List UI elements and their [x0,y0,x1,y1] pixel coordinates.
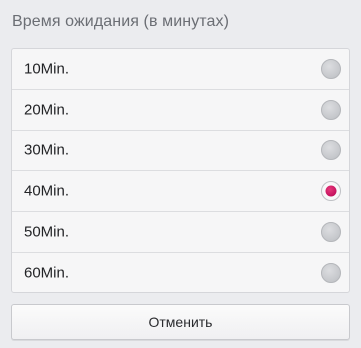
option-label: 40Min. [24,182,70,200]
radio-button[interactable] [321,181,341,202]
option-label: 50Min. [24,223,70,241]
option-row-40[interactable]: 40Min. [12,171,349,213]
cancel-button[interactable]: Отменить [11,304,350,340]
radio-button[interactable] [321,140,341,161]
options-list: 10Min. 20Min. 30Min. 40Min. 50Min. 60Min… [11,48,350,293]
timeout-dialog: Время ожидания (в минутах) 10Min. 20Min.… [0,0,361,348]
option-label: 30Min. [24,141,70,159]
radio-button[interactable] [321,263,341,284]
option-label: 10Min. [24,60,70,78]
option-row-60[interactable]: 60Min. [12,253,349,292]
radio-button[interactable] [321,58,341,79]
radio-button[interactable] [321,222,341,243]
option-row-10[interactable]: 10Min. [12,49,349,90]
dialog-title: Время ожидания (в минутах) [12,13,230,30]
option-row-20[interactable]: 20Min. [12,90,349,131]
radio-button[interactable] [321,99,341,120]
option-label: 20Min. [24,101,70,119]
option-row-50[interactable]: 50Min. [12,212,349,253]
option-label: 60Min. [24,264,70,282]
option-row-30[interactable]: 30Min. [12,131,349,172]
